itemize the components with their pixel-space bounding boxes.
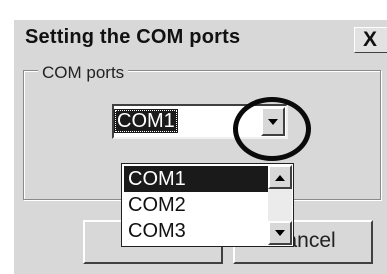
title-bar: Setting the COM ports X <box>14 20 387 55</box>
list-item-com1[interactable]: COM1 <box>124 166 268 192</box>
scroll-down-button[interactable] <box>268 221 292 245</box>
scroll-up-button[interactable] <box>268 165 292 189</box>
dropdown-scrollbar[interactable] <box>268 165 292 245</box>
com-port-dropdown-list[interactable]: COM1 COM2 COM3 <box>121 163 294 247</box>
list-item-com3[interactable]: COM3 <box>124 218 268 244</box>
chevron-up-icon <box>275 175 285 181</box>
combo-selected-value[interactable]: COM1 <box>114 109 178 133</box>
chevron-down-icon <box>275 230 285 236</box>
com-ports-group-label: COM ports <box>38 64 129 82</box>
annotation-circle <box>233 97 311 161</box>
list-item-com2[interactable]: COM2 <box>124 192 268 218</box>
dialog-title: Setting the COM ports <box>25 26 241 48</box>
close-icon[interactable]: X <box>363 29 377 51</box>
close-button[interactable]: X <box>354 27 387 53</box>
